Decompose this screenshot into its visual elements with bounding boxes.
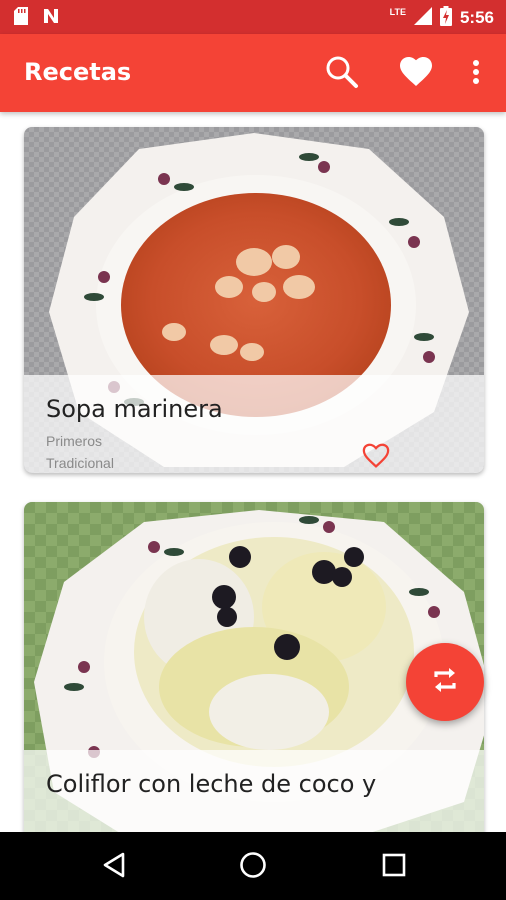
recipe-title: Sopa marinera — [46, 395, 223, 423]
page-title: Recetas — [24, 58, 132, 86]
search-icon — [325, 55, 359, 93]
recipe-title: Coliflor con leche de coco y — [46, 770, 377, 798]
favorite-icon — [400, 57, 432, 91]
home-icon — [239, 851, 267, 883]
recipe-style: Tradicional — [46, 455, 114, 471]
more-vert-icon — [472, 59, 480, 89]
status-time: 5:56 — [459, 8, 494, 27]
n-notification-icon — [42, 7, 60, 29]
system-nav-bar — [0, 832, 506, 900]
favorite-border-icon — [362, 443, 390, 473]
recents-icon — [382, 853, 406, 881]
app-bar: Recetas — [0, 34, 506, 112]
recipe-card-info: Coliflor con leche de coco y — [24, 750, 484, 832]
swap-icon — [430, 665, 460, 699]
back-icon — [102, 852, 126, 882]
recipe-category: Primeros — [46, 433, 103, 449]
more-options-button[interactable] — [458, 56, 494, 92]
status-bar: LTE 5:56 — [0, 0, 506, 34]
home-button[interactable] — [235, 849, 271, 885]
back-button[interactable] — [96, 849, 132, 885]
favorite-toggle-button[interactable] — [362, 443, 390, 473]
recipe-list[interactable]: Sopa marinera Primeros Tradicional Colif… — [0, 112, 506, 832]
network-type: LTE — [389, 7, 406, 17]
shuffle-fab-button[interactable] — [406, 643, 484, 721]
sd-card-icon — [14, 7, 28, 29]
signal-icon — [413, 7, 432, 29]
recipe-card-info: Sopa marinera Primeros Tradicional — [24, 375, 484, 473]
recipe-card[interactable]: Sopa marinera Primeros Tradicional — [24, 127, 484, 473]
favorites-button[interactable] — [398, 56, 434, 92]
battery-charging-icon — [439, 6, 452, 30]
search-button[interactable] — [324, 56, 360, 92]
recents-button[interactable] — [376, 849, 412, 885]
